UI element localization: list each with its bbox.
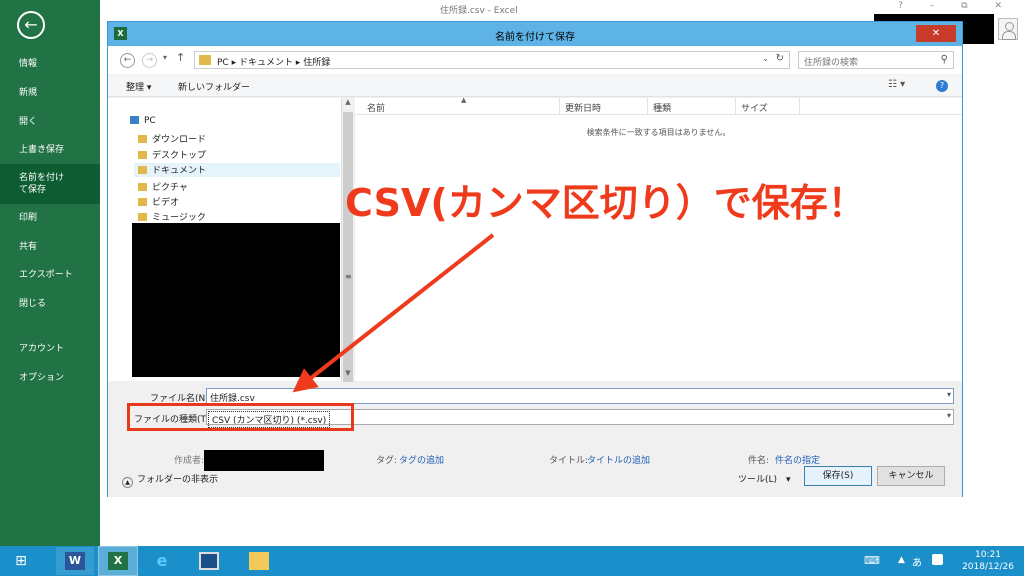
file-explorer-icon[interactable] <box>240 547 278 575</box>
clock-time: 10:21 <box>975 550 1001 560</box>
taskbar: ⊞ W X e ⌨ ▲ あ 10:21 2018/12/26 <box>0 546 1024 576</box>
internet-explorer-icon[interactable]: e <box>143 547 181 575</box>
annotation-arrow <box>292 233 495 393</box>
ime-pad-icon[interactable] <box>932 554 943 565</box>
clock-date: 2018/12/26 <box>962 562 1014 572</box>
excel-taskbar-icon[interactable]: X <box>98 546 138 576</box>
word-icon[interactable]: W <box>56 547 94 575</box>
tray-expand-icon[interactable]: ▲ <box>898 555 905 565</box>
remote-desktop-icon[interactable] <box>190 547 228 575</box>
ime-indicator[interactable]: あ <box>912 554 922 569</box>
clock[interactable]: 10:21 2018/12/26 <box>955 549 1021 573</box>
keyboard-icon[interactable]: ⌨ <box>864 554 880 567</box>
windows-start-icon[interactable]: ⊞ <box>2 547 40 575</box>
